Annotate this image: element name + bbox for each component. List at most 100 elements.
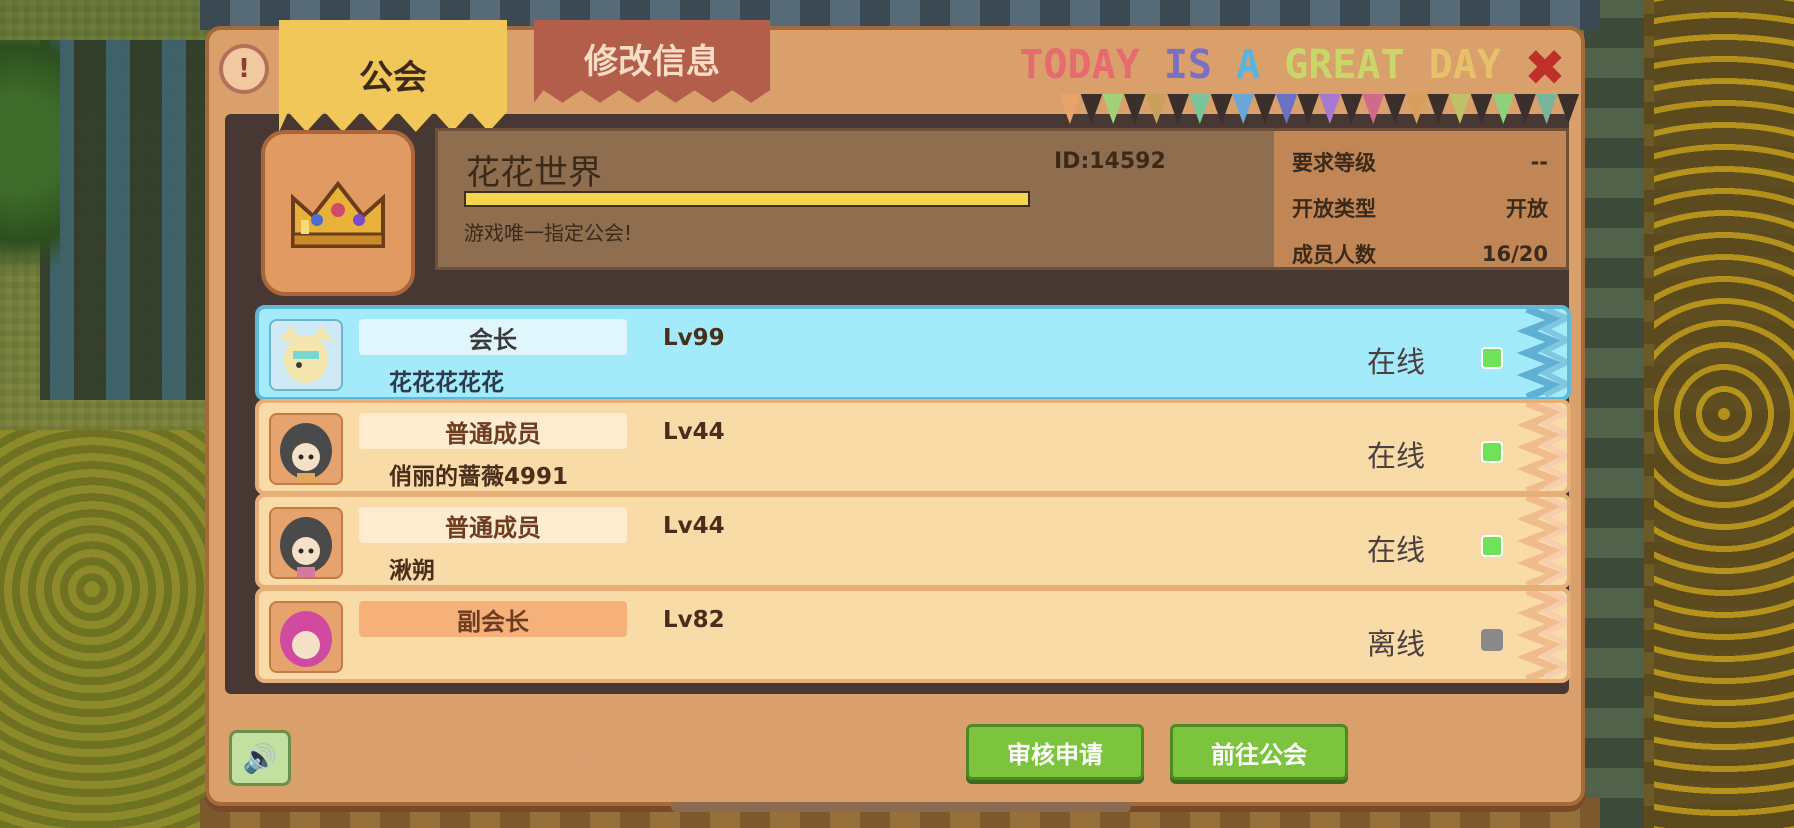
banner-today-is-a-great-day: TODAY IS A GREAT DAY bbox=[1019, 42, 1501, 92]
zigzag-decoration-icon bbox=[1516, 403, 1567, 491]
member-row-leader[interactable]: 会长 花花花花花 Lv99 在线 bbox=[255, 305, 1571, 401]
pennant-flag-icon bbox=[1319, 94, 1341, 124]
member-status: 在线 bbox=[1367, 439, 1426, 473]
pennant-flag-icon bbox=[1189, 94, 1211, 124]
pennant-flag-icon bbox=[1145, 94, 1168, 124]
go-to-guild-label: 前往公会 bbox=[1211, 740, 1307, 769]
stat-value: 16/20 bbox=[1481, 242, 1548, 266]
member-name: 湫朔 bbox=[389, 558, 435, 584]
background-bush bbox=[0, 430, 230, 828]
zigzag-decoration-icon bbox=[1516, 591, 1567, 679]
guild-emblem bbox=[261, 130, 415, 296]
pennant-flag-icon bbox=[1210, 94, 1233, 124]
avatar-portrait-icon bbox=[271, 415, 341, 483]
member-status: 离线 bbox=[1367, 627, 1426, 661]
guild-id: ID:14592 bbox=[1054, 149, 1166, 174]
banner-word: DAY bbox=[1428, 42, 1501, 88]
banner-word: A bbox=[1236, 42, 1285, 88]
member-level: Lv44 bbox=[663, 513, 725, 539]
member-row-normal[interactable]: 普通成员 俏丽的蔷薇4991 Lv44 在线 bbox=[255, 399, 1571, 495]
member-avatar bbox=[269, 601, 343, 673]
stat-member-count: 成员人数 16/20 bbox=[1292, 231, 1548, 277]
close-button[interactable]: ✖ bbox=[1519, 39, 1571, 97]
stat-label: 要求等级 bbox=[1292, 151, 1376, 175]
pennant-flag-icon bbox=[1080, 94, 1103, 124]
pennant-flag-icon bbox=[1405, 94, 1428, 124]
guild-stats: 要求等级 -- 开放类型 开放 成员人数 16/20 bbox=[1274, 131, 1566, 267]
arrow-right-icon bbox=[581, 744, 603, 770]
guild-progress-bar bbox=[464, 191, 1030, 207]
guild-progress-fill bbox=[466, 193, 1028, 205]
stat-label: 成员人数 bbox=[1292, 243, 1376, 267]
member-list[interactable]: 会长 花花花花花 Lv99 在线 普通成员 俏丽的蔷薇4991 Lv44 在线 … bbox=[209, 305, 1589, 720]
pennant-flag-icon bbox=[1492, 94, 1515, 124]
pennant-flag-icon bbox=[1449, 94, 1471, 124]
zigzag-decoration-icon bbox=[1516, 497, 1567, 585]
zigzag-decoration-icon bbox=[1516, 309, 1567, 397]
offline-indicator-icon bbox=[1481, 629, 1503, 651]
banner-word: TODAY bbox=[1019, 42, 1164, 88]
stat-open-type: 开放类型 开放 bbox=[1292, 185, 1548, 231]
pennant-flag-icon bbox=[1102, 94, 1125, 124]
go-to-guild-button[interactable]: 前往公会 bbox=[1170, 724, 1348, 780]
member-name: 花花花花花 bbox=[389, 370, 504, 396]
member-role: 会长 bbox=[359, 319, 627, 355]
member-status: 在线 bbox=[1367, 533, 1426, 567]
pennant-flag-icon bbox=[1232, 94, 1255, 124]
pennant-flag-icon bbox=[1340, 94, 1363, 124]
member-avatar bbox=[269, 319, 343, 391]
member-row-normal[interactable]: 普通成员 湫朔 Lv44 在线 bbox=[255, 493, 1571, 589]
close-icon: ✖ bbox=[1524, 39, 1566, 97]
member-row-vice-leader[interactable]: 副会长 Lv82 离线 bbox=[255, 587, 1571, 683]
member-avatar bbox=[269, 507, 343, 579]
exclamation-icon: ! bbox=[238, 54, 250, 84]
scroll-handle[interactable] bbox=[671, 802, 1131, 812]
pennant-flag-icon bbox=[1124, 94, 1146, 124]
guild-name: 花花世界 bbox=[466, 153, 602, 193]
background-right-strip bbox=[1584, 0, 1644, 828]
help-button[interactable]: ! bbox=[219, 44, 269, 94]
pennant-flag-icon bbox=[1254, 94, 1276, 124]
pennant-flag-icon bbox=[1059, 94, 1081, 124]
background-flowers bbox=[1654, 0, 1794, 828]
pennant-flag-icon bbox=[1557, 94, 1580, 124]
member-role: 副会长 bbox=[359, 601, 627, 637]
sound-button[interactable]: 🔊 bbox=[229, 730, 291, 786]
pennant-flag-icon bbox=[1427, 94, 1450, 124]
background-left-patch bbox=[40, 40, 210, 400]
avatar-portrait-icon bbox=[271, 603, 341, 671]
stat-required-level: 要求等级 -- bbox=[1292, 139, 1548, 185]
speaker-icon: 🔊 bbox=[242, 741, 278, 775]
member-role: 普通成员 bbox=[359, 413, 627, 449]
tab-guild-label: 公会 bbox=[359, 58, 427, 98]
tab-edit-info[interactable]: 修改信息 bbox=[534, 20, 770, 103]
online-indicator-icon bbox=[1481, 535, 1503, 557]
member-level: Lv82 bbox=[663, 607, 725, 633]
arrow-track bbox=[301, 754, 591, 760]
member-level: Lv99 bbox=[663, 325, 725, 351]
member-level: Lv44 bbox=[663, 419, 725, 445]
pennant-flag-icon bbox=[1514, 94, 1536, 124]
online-indicator-icon bbox=[1481, 441, 1503, 463]
stat-label: 开放类型 bbox=[1292, 197, 1376, 221]
member-role: 普通成员 bbox=[359, 507, 627, 543]
banner-word: GREAT bbox=[1284, 42, 1429, 88]
review-applications-button[interactable]: 审核申请 bbox=[966, 724, 1144, 780]
pennant-flag-icon bbox=[1275, 94, 1298, 124]
pennant-flag-icon bbox=[1167, 94, 1190, 124]
avatar-portrait-icon bbox=[271, 321, 341, 389]
background-tree bbox=[0, 40, 60, 300]
guild-panel: 修改信息 公会 ! TODAY IS A GREAT DAY ✖ 花花世界 ID… bbox=[205, 20, 1585, 812]
member-avatar bbox=[269, 413, 343, 485]
crown-icon bbox=[291, 180, 385, 248]
pennant-garland bbox=[1059, 94, 1580, 124]
member-status: 在线 bbox=[1367, 345, 1426, 379]
pennant-flag-icon bbox=[1384, 94, 1406, 124]
pennant-flag-icon bbox=[1535, 94, 1558, 124]
online-indicator-icon bbox=[1481, 347, 1503, 369]
member-name: 俏丽的蔷薇4991 bbox=[389, 464, 569, 490]
banner-word: IS bbox=[1163, 42, 1237, 88]
pennant-flag-icon bbox=[1297, 94, 1320, 124]
avatar-portrait-icon bbox=[271, 509, 341, 577]
stat-value: 开放 bbox=[1506, 197, 1548, 221]
